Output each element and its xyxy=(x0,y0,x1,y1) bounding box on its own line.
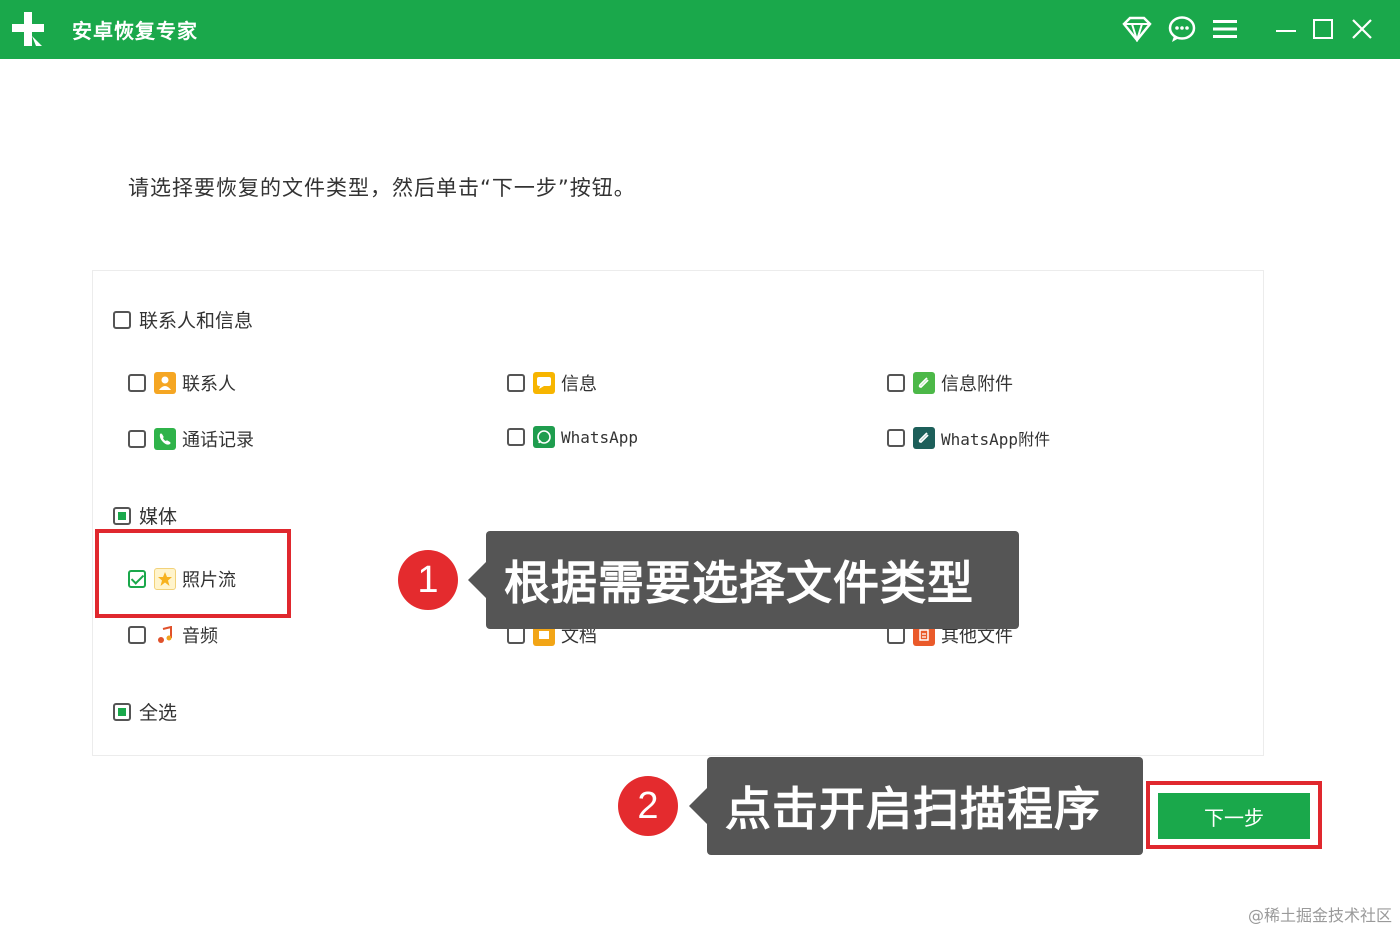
file-type-whatsapp-attachments[interactable]: WhatsApp附件 xyxy=(887,426,1050,450)
watermark: @稀土掘金技术社区 xyxy=(1247,906,1392,925)
file-type-audio[interactable]: 音频 xyxy=(128,622,218,648)
select-all-checkbox[interactable] xyxy=(113,702,131,721)
whatsapp-attachment-icon xyxy=(913,427,935,449)
whatsapp-checkbox[interactable] xyxy=(507,428,525,446)
file-type-label: 音频 xyxy=(182,626,218,647)
file-type-panel xyxy=(92,270,1264,756)
group-contacts-messages[interactable]: 联系人和信息 xyxy=(113,306,253,333)
messages-checkbox[interactable] xyxy=(507,374,525,392)
select-all-label: 全选 xyxy=(139,702,178,724)
file-type-label: WhatsApp附件 xyxy=(941,430,1051,449)
step-1-callout: 根据需要选择文件类型 xyxy=(468,531,1019,629)
app-logo-plus-icon xyxy=(12,12,44,46)
chat-icon[interactable] xyxy=(1167,14,1197,44)
file-type-label: WhatsApp xyxy=(561,427,639,447)
group-label: 媒体 xyxy=(139,506,178,528)
instruction-text: 请选择要恢复的文件类型，然后单击“下一步”按钮。 xyxy=(128,176,636,200)
group-media[interactable]: 媒体 xyxy=(113,502,177,529)
call-log-checkbox[interactable] xyxy=(128,430,146,448)
group-label: 联系人和信息 xyxy=(139,310,254,332)
message-icon xyxy=(533,372,555,394)
message-attachments-checkbox[interactable] xyxy=(887,374,905,392)
phone-icon xyxy=(154,428,176,450)
file-type-label: 信息附件 xyxy=(941,374,1013,395)
app-title: 安卓恢复专家 xyxy=(72,19,198,43)
whatsapp-attachments-checkbox[interactable] xyxy=(887,429,905,447)
file-type-label: 联系人 xyxy=(182,374,236,395)
menu-icon[interactable] xyxy=(1210,14,1240,44)
file-type-label: 通话记录 xyxy=(182,430,254,451)
title-bar: 安卓恢复专家 xyxy=(0,0,1400,59)
file-type-whatsapp[interactable]: WhatsApp xyxy=(507,426,638,448)
audio-icon xyxy=(154,624,176,646)
file-type-messages[interactable]: 信息 xyxy=(507,370,597,396)
step-2-badge: 2 xyxy=(618,776,678,836)
minimize-icon[interactable] xyxy=(1271,14,1301,44)
group-media-checkbox[interactable] xyxy=(113,506,131,525)
file-type-label: 信息 xyxy=(561,374,597,395)
next-step-button[interactable]: 下一步 xyxy=(1158,793,1310,839)
group-contacts-messages-checkbox[interactable] xyxy=(113,310,131,329)
whatsapp-icon xyxy=(533,426,555,448)
highlight-photo-stream xyxy=(95,529,291,618)
step-1-badge: 1 xyxy=(398,550,458,610)
contacts-checkbox[interactable] xyxy=(128,374,146,392)
file-type-contacts[interactable]: 联系人 xyxy=(128,370,236,396)
step-2-callout: 点击开启扫描程序 xyxy=(689,757,1143,855)
contact-icon xyxy=(154,372,176,394)
attachment-icon xyxy=(913,372,935,394)
close-icon[interactable] xyxy=(1347,14,1377,44)
select-all[interactable]: 全选 xyxy=(113,698,177,725)
file-type-call-log[interactable]: 通话记录 xyxy=(128,426,254,452)
diamond-icon[interactable] xyxy=(1122,14,1152,44)
audio-checkbox[interactable] xyxy=(128,626,146,644)
file-type-message-attachments[interactable]: 信息附件 xyxy=(887,370,1013,396)
maximize-icon[interactable] xyxy=(1308,14,1338,44)
